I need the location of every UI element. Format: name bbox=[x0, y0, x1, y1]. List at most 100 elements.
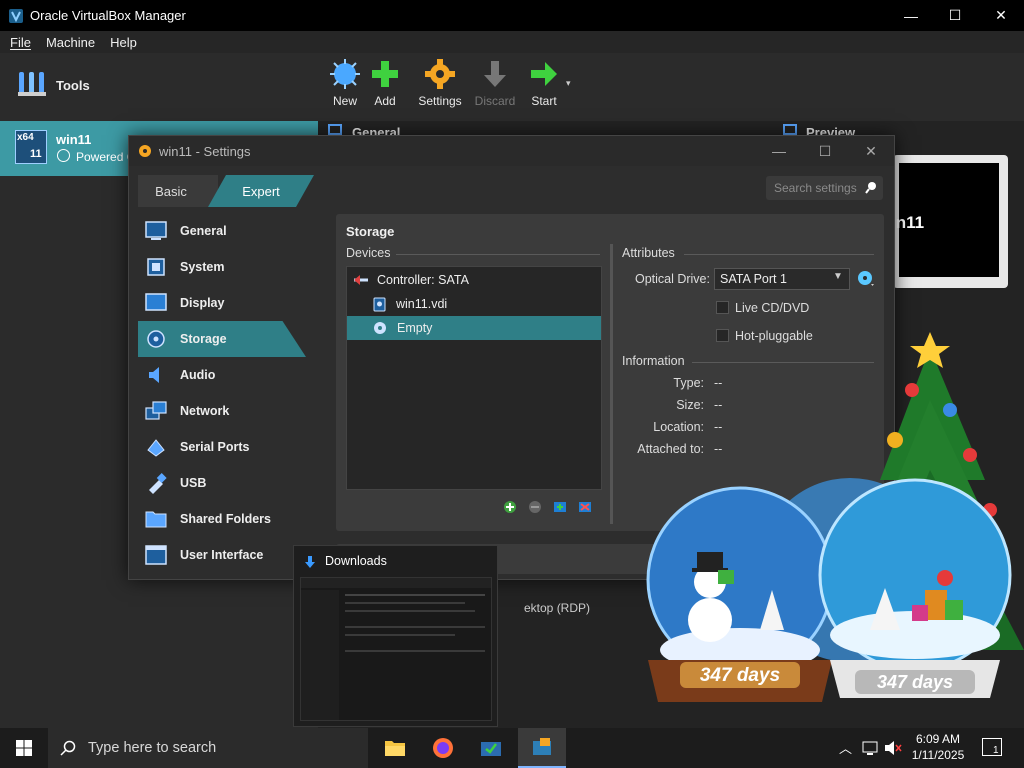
search-settings-input[interactable]: Search settings bbox=[766, 176, 883, 200]
network-icon bbox=[145, 400, 167, 422]
remove-attachment-icon[interactable] bbox=[577, 499, 593, 515]
nav-item-user-interface[interactable]: User Interface bbox=[138, 537, 306, 573]
add-controller-icon[interactable] bbox=[502, 499, 518, 515]
start-arrow-icon bbox=[531, 62, 557, 86]
settings-title: win11 - Settings bbox=[159, 143, 251, 159]
show-hidden-icons-chevron-icon[interactable]: ︿ bbox=[839, 738, 852, 757]
details-partial-text: ektop (RDP) bbox=[524, 601, 591, 615]
taskbar-file-explorer[interactable] bbox=[371, 728, 419, 768]
usb-icon bbox=[145, 472, 167, 494]
thumbnail-title: Downloads bbox=[325, 554, 387, 568]
system-clock[interactable]: 6:09 AM 1/11/2025 bbox=[906, 731, 970, 763]
tools-label: Tools bbox=[56, 78, 90, 93]
mode-tabs: Basic Expert bbox=[138, 175, 306, 207]
taskbar-app-3[interactable] bbox=[467, 728, 515, 768]
os-icon: x64 11 bbox=[15, 130, 47, 164]
optical-drive-select[interactable]: SATA Port 1 ▼ bbox=[714, 268, 850, 290]
general-section-icon bbox=[328, 124, 342, 135]
nav-item-usb[interactable]: USB bbox=[138, 465, 306, 501]
taskbar-thumbnail-downloads[interactable]: Downloads bbox=[293, 545, 498, 727]
tree-item-optical-empty[interactable]: Empty bbox=[347, 316, 601, 340]
taskbar-virtualbox[interactable] bbox=[518, 728, 566, 768]
system-icon bbox=[145, 256, 167, 278]
windows-logo-icon bbox=[16, 740, 32, 756]
main-toolbar: New Add Settings Discard Start ▾ bbox=[318, 53, 1024, 121]
settings-gear-icon bbox=[139, 145, 151, 157]
taskbar: Type here to search ︿ 6:09 AM 1/11/2025 … bbox=[0, 728, 1024, 768]
discard-arrow-icon bbox=[484, 61, 506, 87]
nav-item-serial-ports[interactable]: Serial Ports bbox=[138, 429, 306, 465]
remove-controller-icon[interactable] bbox=[527, 499, 543, 515]
storage-heading: Storage bbox=[346, 224, 395, 239]
virtualbox-icon bbox=[9, 8, 23, 23]
add-attachment-icon[interactable] bbox=[552, 499, 568, 515]
audio-icon bbox=[145, 364, 167, 386]
window-title: Oracle VirtualBox Manager bbox=[30, 8, 186, 23]
menu-bar: File Machine Help bbox=[0, 31, 1024, 53]
add-icon bbox=[372, 61, 398, 87]
taskbar-firefox[interactable] bbox=[419, 728, 467, 768]
clock-date: 1/11/2025 bbox=[911, 748, 965, 762]
nav-item-general[interactable]: General bbox=[138, 213, 306, 249]
start-dropdown-icon[interactable]: ▾ bbox=[566, 78, 571, 89]
choose-disk-icon[interactable] bbox=[856, 269, 876, 289]
tab-basic[interactable]: Basic bbox=[138, 175, 218, 207]
hard-disk-icon bbox=[373, 297, 386, 311]
days-counter-2: 347 days bbox=[877, 672, 953, 692]
storage-icon bbox=[145, 328, 167, 350]
menu-file[interactable]: File bbox=[5, 35, 36, 50]
settings-close-button[interactable]: ✕ bbox=[848, 136, 894, 166]
volume-muted-icon[interactable] bbox=[884, 740, 902, 756]
days-counter-1: 347 days bbox=[700, 665, 780, 686]
devices-header: Devices bbox=[346, 246, 391, 260]
nav-item-audio[interactable]: Audio bbox=[138, 357, 306, 393]
tree-item-controller-sata[interactable]: Controller: SATA bbox=[347, 268, 601, 292]
minimize-button[interactable]: — bbox=[888, 0, 934, 31]
tools-item[interactable]: Tools bbox=[0, 58, 318, 116]
shared-folders-icon bbox=[145, 508, 167, 530]
nav-item-shared-folders[interactable]: Shared Folders bbox=[138, 501, 306, 537]
christmas-countdown-widget: 347 days 347 days bbox=[640, 330, 1024, 728]
settings-nav: General System Display Storage Audio Net… bbox=[138, 213, 308, 573]
nav-item-storage[interactable]: Storage bbox=[138, 321, 306, 357]
settings-minimize-button[interactable]: — bbox=[756, 136, 802, 166]
settings-maximize-button[interactable]: ☐ bbox=[802, 136, 848, 166]
christmas-tree-image: 347 days 347 days bbox=[646, 332, 1024, 702]
pane-splitter[interactable] bbox=[610, 244, 613, 524]
notification-center-icon[interactable]: 1 bbox=[982, 738, 1002, 756]
preview-text: in11 bbox=[891, 213, 925, 232]
vm-name: win11 bbox=[56, 132, 92, 147]
menu-help[interactable]: Help bbox=[105, 35, 142, 50]
chevron-down-icon: ▼ bbox=[833, 271, 843, 282]
live-cd-checkbox[interactable] bbox=[716, 301, 729, 314]
new-icon bbox=[330, 59, 360, 89]
general-icon bbox=[145, 220, 167, 242]
maximize-button[interactable]: ☐ bbox=[932, 0, 978, 31]
start-button[interactable]: Start bbox=[517, 58, 571, 120]
discard-button[interactable]: Discard bbox=[468, 58, 522, 120]
network-status-icon[interactable] bbox=[862, 740, 880, 756]
nav-item-display[interactable]: Display bbox=[138, 285, 306, 321]
devices-tree[interactable]: Controller: SATA win11.vdi Empty bbox=[346, 266, 602, 490]
optical-disc-icon bbox=[374, 322, 386, 334]
notification-count: 1 bbox=[993, 745, 999, 756]
virtualbox-taskbar-icon bbox=[533, 738, 551, 755]
controller-icon bbox=[354, 275, 368, 285]
nav-item-network[interactable]: Network bbox=[138, 393, 306, 429]
devices-divider bbox=[396, 254, 600, 255]
live-cd-label: Live CD/DVD bbox=[735, 301, 810, 315]
tab-expert[interactable]: Expert bbox=[208, 175, 314, 207]
taskbar-search-input[interactable]: Type here to search bbox=[48, 728, 368, 768]
tree-item-disk[interactable]: win11.vdi bbox=[347, 292, 601, 316]
attributes-header: Attributes bbox=[622, 246, 675, 260]
add-button[interactable]: Add bbox=[358, 58, 412, 120]
windows-start-button[interactable] bbox=[0, 728, 48, 768]
user-interface-icon bbox=[145, 544, 167, 566]
search-icon bbox=[865, 182, 876, 194]
nav-item-system[interactable]: System bbox=[138, 249, 306, 285]
thumbnail-preview bbox=[300, 577, 492, 721]
close-button[interactable]: ✕ bbox=[978, 0, 1024, 31]
menu-machine[interactable]: Machine bbox=[41, 35, 100, 50]
settings-button[interactable]: Settings bbox=[413, 58, 467, 120]
attributes-divider bbox=[684, 254, 874, 255]
